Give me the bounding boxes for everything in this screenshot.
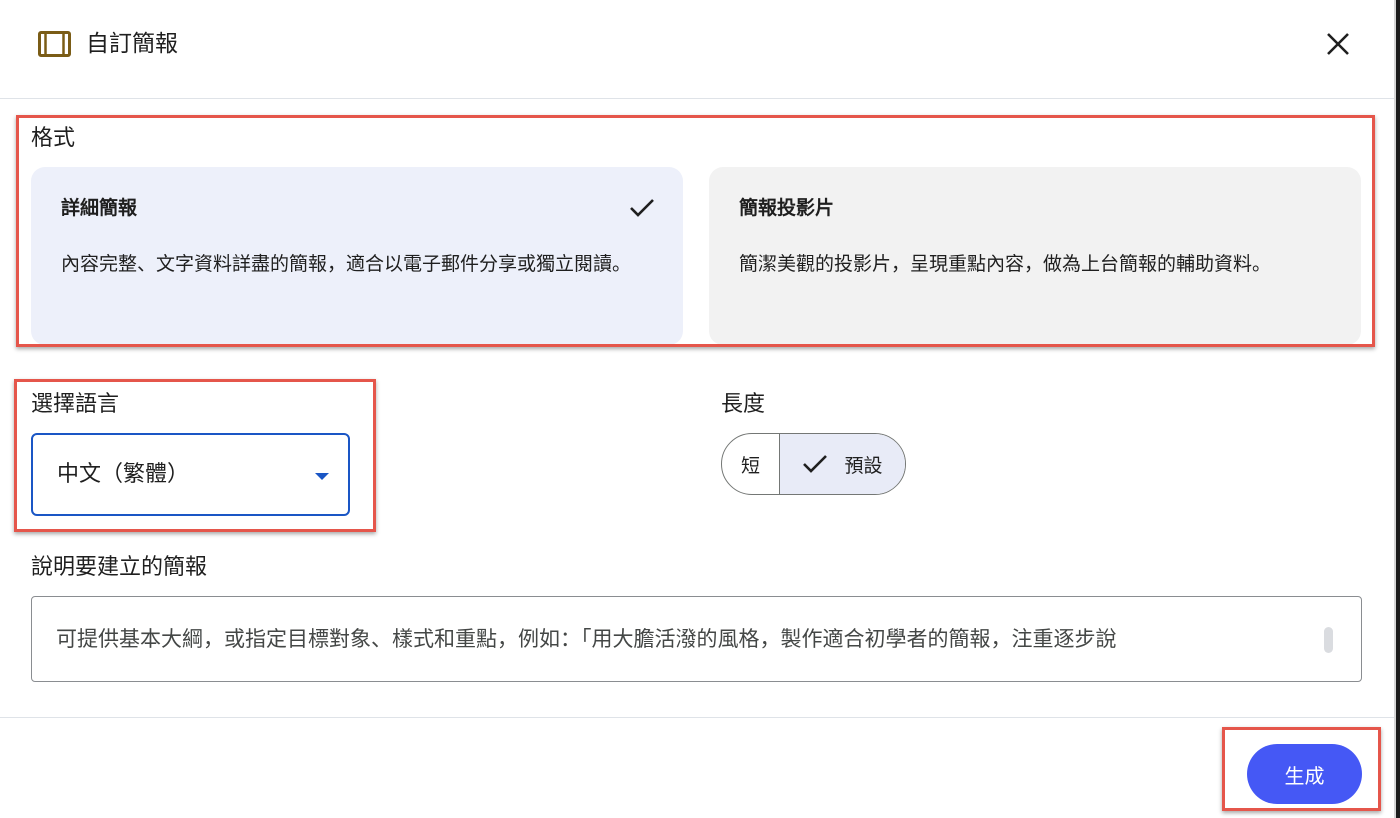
highlight-format: [16, 115, 1375, 347]
textarea-scrollbar[interactable]: [1324, 627, 1333, 653]
length-option-label: 短: [740, 454, 760, 477]
description-input[interactable]: 可提供基本大綱，或指定目標對象、樣式和重點，例如：「用大膽活潑的風格，製作適合初…: [31, 596, 1362, 682]
length-option-label: 預設: [844, 454, 883, 477]
length-label: 長度: [721, 392, 766, 417]
dialog-header: 自訂簡報: [0, 0, 1394, 98]
highlight-generate: [1222, 727, 1381, 811]
description-label: 說明要建立的簡報: [31, 555, 208, 580]
length-option-short[interactable]: 短: [722, 434, 780, 494]
close-icon: [1327, 33, 1349, 55]
length-option-default[interactable]: 預設: [780, 434, 905, 494]
slides-icon: [38, 31, 71, 57]
highlight-language: [14, 379, 376, 532]
length-toggle: 短 預設: [721, 433, 906, 495]
footer-divider: [0, 717, 1394, 718]
description-placeholder: 可提供基本大綱，或指定目標對象、樣式和重點，例如：「用大膽活潑的風格，製作適合初…: [56, 627, 1117, 651]
header-divider: [0, 98, 1394, 99]
close-button[interactable]: [1320, 26, 1356, 62]
dialog-title: 自訂簡報: [86, 31, 178, 57]
window-border: [1396, 0, 1400, 818]
check-icon: [803, 455, 828, 473]
